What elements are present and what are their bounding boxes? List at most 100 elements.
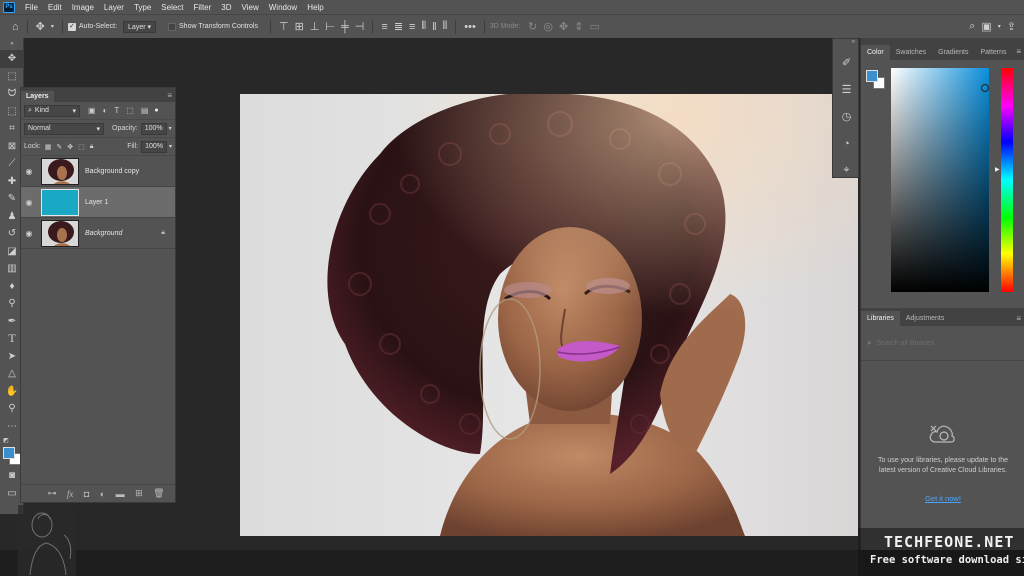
menu-edit[interactable]: Edit (43, 3, 67, 12)
menu-filter[interactable]: Filter (189, 3, 217, 12)
show-transform-checkbox[interactable] (168, 22, 177, 31)
mask-icon[interactable]: ◘ (84, 489, 89, 499)
3d-slide-icon[interactable]: ⇕ (574, 20, 583, 33)
3d-scale-icon[interactable]: ▭ (589, 20, 599, 33)
menu-window[interactable]: Window (264, 3, 302, 12)
search-icon[interactable]: ⌕ (969, 20, 975, 33)
move-tool-icon[interactable]: ✥ (36, 20, 45, 33)
distribute-top-icon[interactable]: ≡ (381, 21, 387, 33)
history-icon[interactable]: ◷ (833, 103, 860, 130)
fill-input[interactable]: 100% (141, 140, 167, 153)
chevron-down-icon[interactable]: ▾ (169, 143, 172, 150)
auto-select-checkbox[interactable]: ✓ (67, 22, 76, 31)
3d-pan-icon[interactable]: ✥ (559, 20, 568, 33)
align-hcenter-icon[interactable]: ╪ (341, 21, 349, 33)
hue-slider-marker-icon[interactable]: ▶ (995, 166, 1000, 173)
lock-position-icon[interactable]: ✥ (67, 143, 73, 151)
3d-roll-icon[interactable]: ◎ (543, 20, 553, 33)
menu-type[interactable]: Type (129, 3, 156, 12)
hue-slider[interactable] (1001, 68, 1013, 292)
align-bottom-icon[interactable]: ⊥ (310, 20, 320, 33)
distribute-vcenter-icon[interactable]: ≣ (394, 20, 403, 33)
opacity-input[interactable]: 100% (140, 122, 167, 135)
search-icon: ⌕ (28, 106, 32, 114)
menu-image[interactable]: Image (67, 3, 99, 12)
layer-row[interactable]: ◉ Background copy (21, 156, 175, 187)
auto-select-target-dropdown[interactable]: Layer ▾ (123, 20, 157, 33)
document-image[interactable] (240, 94, 858, 536)
adjustment-icon[interactable]: ◐ (100, 489, 105, 499)
menu-file[interactable]: File (20, 3, 43, 12)
foreground-color-swatch[interactable] (3, 447, 15, 459)
blend-mode-dropdown[interactable]: Normal ▾ (24, 122, 104, 135)
menu-view[interactable]: View (237, 3, 264, 12)
color-picker-marker[interactable] (981, 84, 989, 92)
library-search-field[interactable]: ⌕ Search all libraries (867, 336, 1019, 350)
panel-menu-icon[interactable]: ≡ (167, 91, 175, 102)
link-icon[interactable]: ⊶ (47, 488, 56, 499)
workspace-icon[interactable]: ▣ (981, 20, 991, 33)
align-left-icon[interactable]: ⊢ (325, 20, 335, 33)
toolbar-collapse-icon[interactable]: « (0, 38, 24, 50)
tab-adjustments[interactable]: Adjustments (900, 311, 951, 326)
more-options-icon[interactable]: ••• (464, 21, 476, 33)
pixel-filter-icon[interactable]: ▣ (88, 106, 96, 115)
tab-layers[interactable]: Layers (21, 91, 54, 102)
adjustment-filter-icon[interactable]: ◐ (103, 106, 108, 115)
align-top-icon[interactable]: ⊤ (279, 20, 289, 33)
paths-icon[interactable]: ⌖ (833, 157, 860, 184)
channels-icon[interactable]: ◔ (833, 130, 860, 157)
panel-menu-icon[interactable]: ≡ (1016, 47, 1024, 60)
layer-filter-dropdown[interactable]: ⌕ Kind ▾ (24, 104, 80, 117)
menu-3d[interactable]: 3D (216, 3, 236, 12)
home-icon[interactable]: ⌂ (12, 21, 19, 33)
menu-select[interactable]: Select (156, 3, 188, 12)
visibility-eye-icon[interactable]: ◉ (21, 198, 37, 207)
layer-row-selected[interactable]: ◉ Layer 1 (21, 187, 175, 218)
tab-patterns[interactable]: Patterns (974, 45, 1012, 60)
distribute-bottom-icon[interactable]: ≡ (409, 21, 415, 33)
menu-help[interactable]: Help (302, 3, 328, 12)
filter-toggle-icon[interactable]: ● (154, 107, 158, 114)
share-icon[interactable]: ⇪ (1007, 20, 1016, 33)
chevron-down-icon[interactable]: ▾ (169, 125, 172, 132)
visibility-eye-icon[interactable]: ◉ (21, 229, 37, 238)
brush-settings-icon[interactable]: ✐ (833, 49, 860, 76)
menu-layer[interactable]: Layer (99, 3, 129, 12)
move-tool-icon[interactable]: ✥ (0, 50, 24, 68)
distribute-hcenter-icon[interactable]: ‖ (432, 21, 437, 33)
portrait-photo (240, 94, 858, 536)
lock-image-icon[interactable]: ✎ (56, 143, 62, 151)
visibility-eye-icon[interactable]: ◉ (21, 167, 37, 176)
tab-swatches[interactable]: Swatches (890, 45, 932, 60)
chevron-down-icon[interactable]: ▾ (998, 23, 1001, 30)
3d-orbit-icon[interactable]: ↻ (528, 20, 537, 33)
strip-collapse-icon[interactable]: » (833, 39, 858, 49)
new-layer-icon[interactable]: ⊞ (135, 488, 143, 499)
saturation-value-field[interactable] (891, 68, 989, 292)
auto-select-label: Auto-Select: (78, 23, 118, 30)
distribute-left-icon[interactable]: ⫴ (421, 20, 426, 33)
panel-menu-icon[interactable]: ≡ (1016, 314, 1024, 326)
properties-icon[interactable]: ☰ (833, 76, 860, 103)
align-right-icon[interactable]: ⊣ (355, 20, 365, 33)
lock-all-icon[interactable]: 🔒︎ (90, 143, 94, 151)
layer-row[interactable]: ◉ Background 🔒︎ (21, 218, 175, 249)
get-it-now-link[interactable]: Get it now! (861, 494, 1024, 503)
tab-color[interactable]: Color (861, 45, 890, 60)
type-filter-icon[interactable]: T (114, 106, 119, 115)
lock-artboard-icon[interactable]: ⬚ (78, 143, 85, 151)
distribute-right-icon[interactable]: ⫴ (443, 20, 448, 33)
lock-pixels-icon[interactable]: ▦ (45, 143, 52, 151)
shape-filter-icon[interactable]: ⬚ (126, 106, 134, 115)
smart-object-filter-icon[interactable]: ▤ (141, 106, 149, 115)
trash-icon[interactable]: 🗑︎ (153, 488, 164, 499)
folder-icon[interactable]: ▬ (116, 489, 125, 499)
align-vcenter-icon[interactable]: ⊞ (295, 20, 304, 33)
chevron-down-icon[interactable]: ▾ (51, 23, 54, 30)
marquee-tool-icon[interactable]: ⬚ (0, 68, 24, 86)
tab-gradients[interactable]: Gradients (932, 45, 974, 60)
tab-libraries[interactable]: Libraries (861, 311, 900, 326)
fx-icon[interactable]: fx (67, 489, 74, 499)
foreground-color-swatch[interactable] (866, 70, 878, 82)
